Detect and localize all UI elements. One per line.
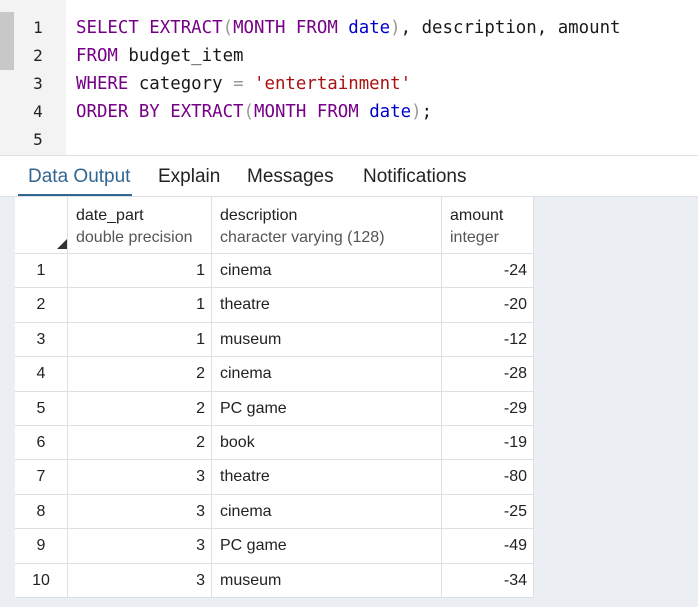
cell-amount[interactable]: -29: [442, 391, 534, 426]
tab-data-output[interactable]: Data Output: [28, 156, 130, 196]
sql-token: category: [138, 74, 234, 94]
line-number: 2: [33, 46, 43, 65]
cell-date-part[interactable]: 2: [68, 391, 212, 426]
row-number-cell[interactable]: 4: [15, 357, 68, 392]
results-tabs: Data Output Explain Messages Notificatio…: [0, 156, 698, 197]
sql-token: ORDER BY: [76, 102, 171, 122]
cell-date-part[interactable]: 2: [68, 426, 212, 461]
cell-description[interactable]: theatre: [212, 288, 442, 323]
column-header-description[interactable]: description character varying (128): [212, 197, 442, 254]
sql-token: MONTH: [233, 18, 296, 38]
row-number-cell[interactable]: 1: [15, 254, 68, 289]
sql-token: (: [222, 18, 234, 38]
cell-date-part[interactable]: 1: [68, 288, 212, 323]
sql-token: FROM: [295, 18, 349, 38]
cell-amount[interactable]: -80: [442, 460, 534, 495]
sql-token: budget_item: [128, 46, 244, 66]
row-number-cell[interactable]: 8: [15, 494, 68, 530]
code-line[interactable]: 4 ORDER BY EXTRACT(MONTH FROM date);: [0, 98, 698, 126]
sql-token: 'entertainment': [254, 74, 412, 94]
select-all-triangle-icon[interactable]: [57, 239, 67, 249]
sql-token: (: [243, 102, 255, 122]
cell-date-part[interactable]: 2: [68, 357, 212, 392]
sql-token: WHERE: [76, 74, 139, 94]
cell-amount[interactable]: -12: [442, 322, 534, 358]
column-name: description: [220, 207, 298, 224]
cell-description[interactable]: PC game: [212, 529, 442, 564]
code-text: SELECT EXTRACT(MONTH FROM date), descrip…: [76, 14, 621, 42]
cell-amount[interactable]: -20: [442, 288, 534, 323]
sql-token: ): [411, 102, 422, 122]
row-number-cell[interactable]: 3: [15, 322, 68, 358]
sql-token: ): [390, 18, 401, 38]
row-number-cell[interactable]: 2: [15, 288, 68, 323]
code-text: FROM budget_item: [76, 42, 244, 70]
cell-date-part[interactable]: 1: [68, 254, 212, 289]
code-line[interactable]: 3 WHERE category = 'entertainment': [0, 70, 698, 98]
sql-token: date: [348, 18, 391, 38]
sql-token: date: [369, 102, 412, 122]
column-header-date-part[interactable]: date_part double precision: [68, 197, 212, 254]
cell-date-part[interactable]: 3: [68, 529, 212, 564]
tab-notifications[interactable]: Notifications: [363, 156, 467, 196]
row-number-cell[interactable]: 9: [15, 529, 68, 564]
cell-date-part[interactable]: 3: [68, 563, 212, 598]
line-number: 5: [33, 130, 43, 149]
sql-token: FROM: [316, 102, 370, 122]
cell-description[interactable]: cinema: [212, 494, 442, 530]
sql-token: EXTRACT: [170, 102, 244, 122]
cell-amount[interactable]: -25: [442, 494, 534, 530]
tab-explain[interactable]: Explain: [158, 156, 220, 196]
sql-token: MONTH: [254, 102, 317, 122]
cell-date-part[interactable]: 1: [68, 322, 212, 358]
cell-amount[interactable]: -34: [442, 563, 534, 598]
row-number-cell[interactable]: 10: [15, 563, 68, 598]
cell-description[interactable]: museum: [212, 563, 442, 598]
line-number: 4: [33, 102, 43, 121]
row-number-cell[interactable]: 7: [15, 460, 68, 495]
sql-editor[interactable]: 1 SELECT EXTRACT(MONTH FROM date), descri…: [0, 0, 698, 156]
column-name: amount: [450, 207, 504, 224]
cell-amount[interactable]: -19: [442, 426, 534, 461]
code-line[interactable]: 5: [0, 126, 698, 154]
grid-corner-header[interactable]: [15, 197, 68, 254]
sql-token: =: [233, 74, 255, 94]
cell-date-part[interactable]: 3: [68, 460, 212, 495]
code-text: ORDER BY EXTRACT(MONTH FROM date);: [76, 98, 432, 126]
sql-token: , description, amount: [400, 18, 621, 38]
cell-description[interactable]: cinema: [212, 254, 442, 289]
line-number: 1: [33, 18, 43, 37]
cell-date-part[interactable]: 3: [68, 494, 212, 530]
cell-description[interactable]: cinema: [212, 357, 442, 392]
column-type: double precision: [76, 229, 193, 246]
code-text: WHERE category = 'entertainment': [76, 70, 411, 98]
code-line[interactable]: 2 FROM budget_item: [0, 42, 698, 70]
column-type: character varying (128): [220, 229, 385, 246]
cell-description[interactable]: book: [212, 426, 442, 461]
row-number-cell[interactable]: 6: [15, 426, 68, 461]
code-line[interactable]: 1 SELECT EXTRACT(MONTH FROM date), descri…: [0, 14, 698, 42]
line-number: 3: [33, 74, 43, 93]
cell-amount[interactable]: -28: [442, 357, 534, 392]
tab-messages[interactable]: Messages: [247, 156, 334, 196]
column-name: date_part: [76, 207, 144, 224]
row-number-cell[interactable]: 5: [15, 391, 68, 426]
sql-token: EXTRACT: [149, 18, 223, 38]
cell-description[interactable]: theatre: [212, 460, 442, 495]
sql-token: FROM: [76, 46, 129, 66]
column-type: integer: [450, 229, 499, 246]
sql-token: ;: [421, 102, 433, 122]
cell-description[interactable]: PC game: [212, 391, 442, 426]
cell-amount[interactable]: -24: [442, 254, 534, 289]
cell-description[interactable]: museum: [212, 322, 442, 358]
sql-token: SELECT: [76, 18, 150, 38]
cell-amount[interactable]: -49: [442, 529, 534, 564]
column-header-amount[interactable]: amount integer: [442, 197, 534, 254]
